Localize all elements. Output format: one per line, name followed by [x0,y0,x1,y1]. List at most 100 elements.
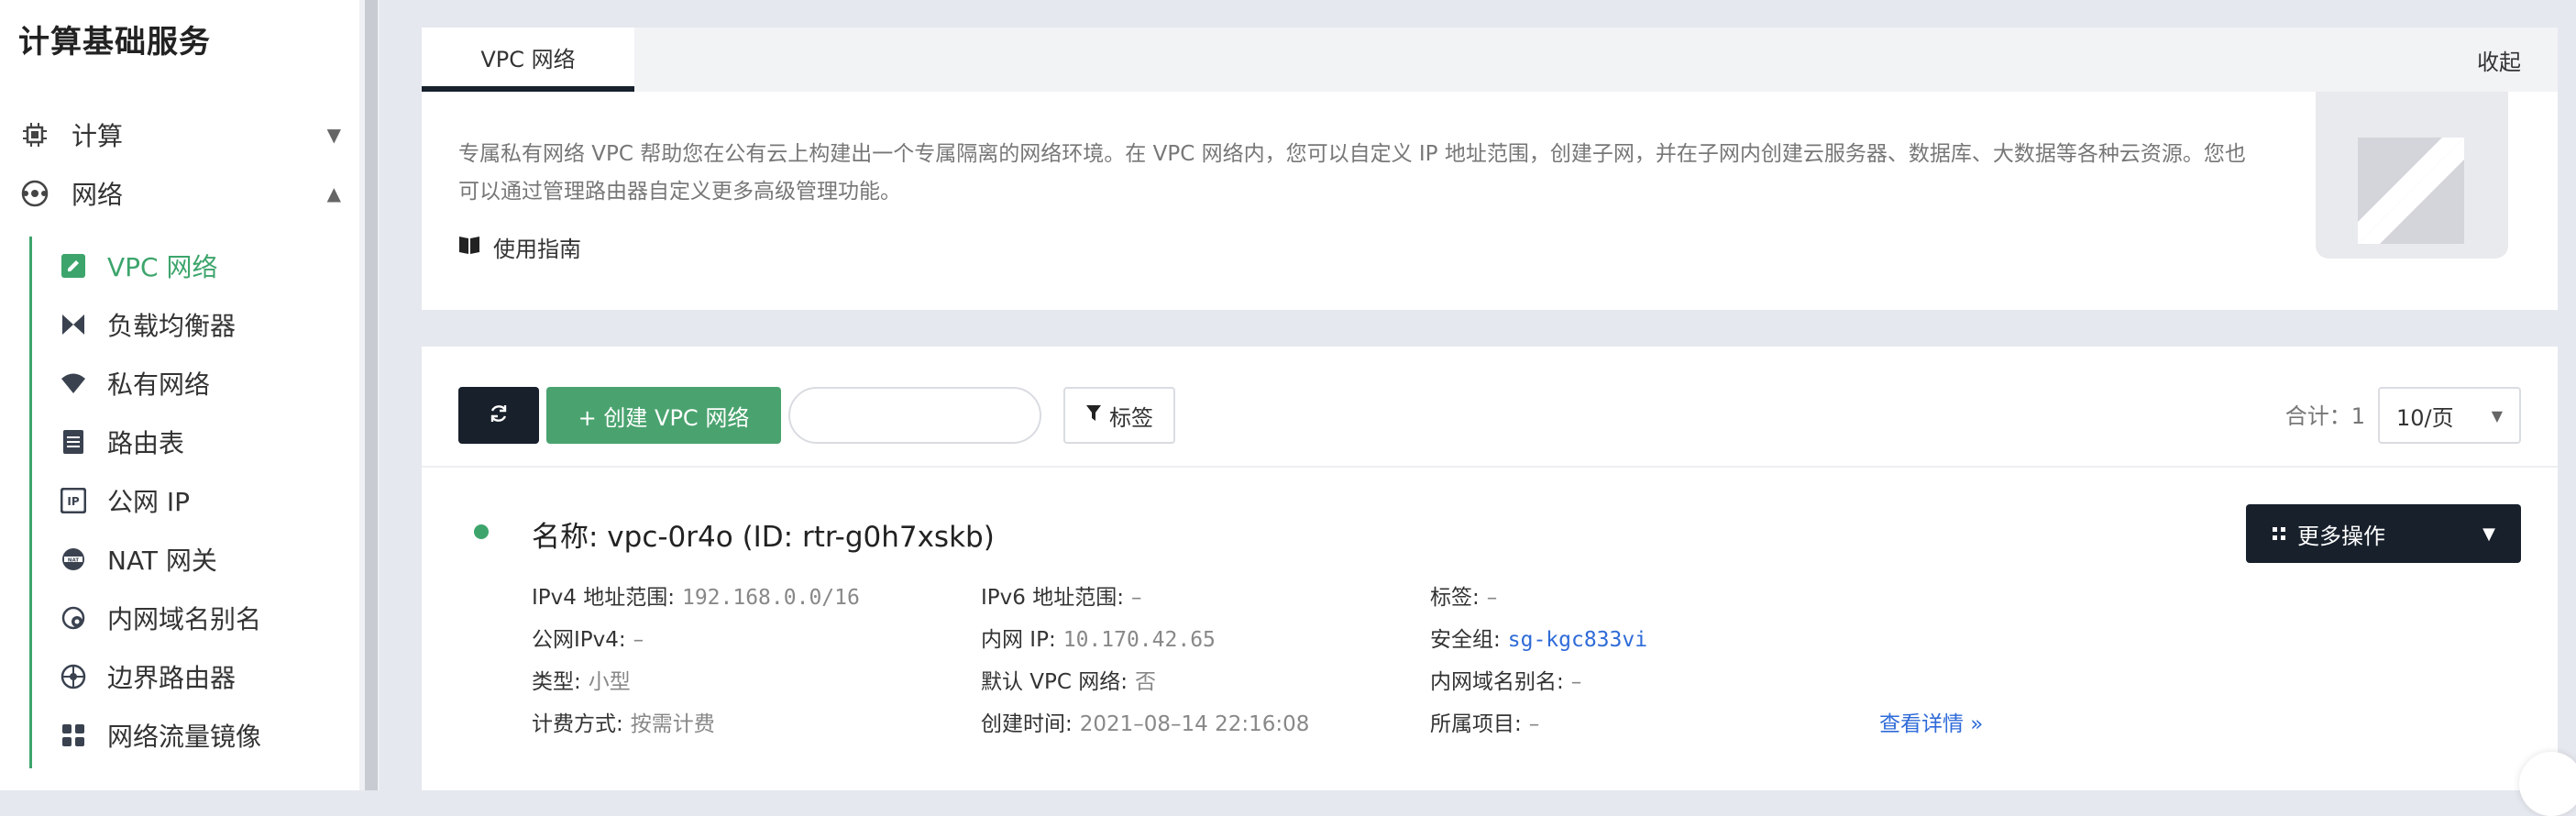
field-label: 创建时间: [981,712,1073,736]
nat-gateway-icon: NAT [60,546,87,573]
status-indicator [474,524,489,539]
create-vpc-button[interactable]: + 创建 VPC 网络 [546,387,781,444]
sidebar-item-public-ip[interactable]: IP 公网 IP [60,478,353,524]
field-label: 类型: [532,670,581,694]
field-label: 计费方式: [532,712,623,736]
field-default-vpc: 默认 VPC 网络: 否 [981,664,1156,695]
security-group-link[interactable]: sg-kgc833vi [1508,628,1647,652]
sidebar-item-label: 网络流量镜像 [107,722,262,752]
total-count: 合计：1 [2284,403,2365,429]
sidebar-item-vpc[interactable]: VPC 网络 [60,243,353,289]
field-value: 192.168.0.0/16 [681,586,860,610]
field-value: – [1570,670,1582,694]
book-icon [458,235,480,260]
sidebar-item-route-table[interactable]: 路由表 [60,419,353,465]
field-value: – [1486,586,1498,610]
field-value: 按需计费 [630,712,715,736]
sidebar-item-private-network[interactable]: 私有网络 [60,360,353,406]
tab-vpc-network[interactable]: VPC 网络 [422,28,634,92]
vpc-info-card: VPC 网络 收起 专属私有网络 VPC 帮助您在公有云上构建出一个专属隔离的网… [422,28,2558,310]
sidebar-group-label: 计算 [72,121,124,151]
chip-icon [18,118,51,151]
chevron-down-icon: ▼ [326,124,341,146]
chevron-down-icon: ▼ [2482,524,2495,544]
load-balancer-icon [60,311,87,338]
sidebar-item-label: 公网 IP [107,487,191,517]
field-label: 所属项目: [1430,712,1522,736]
more-actions-label: 更多操作 [2297,523,2385,549]
sidebar-item-label: VPC 网络 [107,252,218,282]
divider [422,466,2558,468]
vpc-icon [60,252,87,280]
sidebar-scrollbar-thumb[interactable] [365,0,378,790]
info-tabbar: VPC 网络 收起 [422,28,2558,92]
sidebar-item-traffic-mirror[interactable]: 网络流量镜像 [60,712,353,758]
sidebar: 计算基础服务 计算 ▼ 网络 ▲ VPC 网络 负载均衡器 私有网络 路由表 I… [0,0,359,790]
field-label: 内网 IP: [981,628,1056,652]
field-project: 所属项目: – [1430,706,1539,737]
tag-filter-button[interactable]: 标签 [1063,387,1175,444]
field-ipv6-range: IPv6 地址范围: – [981,579,1141,611]
vpc-title: 名称: vpc-0r4o (ID: rtr-g0h7xskb) [532,521,995,554]
sidebar-item-domain-alias[interactable]: 内网域名别名 [60,595,353,641]
vpc-illustration [2316,92,2508,259]
more-actions-button[interactable]: 更多操作 ▼ [2246,504,2521,563]
sidebar-item-label: 负载均衡器 [107,311,237,341]
sidebar-item-label: 私有网络 [107,369,211,400]
public-ip-icon: IP [60,487,87,514]
field-label: 默认 VPC 网络: [981,670,1128,694]
tag-filter-label: 标签 [1109,404,1153,431]
svg-text:IP: IP [67,495,79,508]
svg-text:NAT: NAT [68,558,79,564]
vpc-description: 专属私有网络 VPC 帮助您在公有云上构建出一个专属隔离的网络环境。在 VPC … [458,142,2246,204]
page-size-select[interactable]: 10/页 ▼ [2378,387,2521,444]
field-type: 类型: 小型 [532,664,631,695]
user-guide-link[interactable]: 使用指南 [458,231,581,263]
chevron-up-icon: ▲ [326,182,341,204]
sidebar-title: 计算基础服务 [18,24,211,61]
user-guide-label: 使用指南 [493,237,581,262]
grid-icon [2272,521,2286,546]
field-ipv4-range: IPv4 地址范围: 192.168.0.0/16 [532,579,860,611]
field-label: IPv4 地址范围: [532,586,675,610]
sidebar-group-network[interactable]: 网络 ▲ [18,171,341,216]
refresh-button[interactable] [458,387,539,444]
sidebar-item-nat-gateway[interactable]: NAT NAT 网关 [60,536,353,582]
route-table-icon [60,428,87,456]
field-value: – [1130,586,1142,610]
chevron-down-icon: ▼ [2491,406,2503,425]
field-security-group: 安全组: sg-kgc833vi [1430,622,1647,653]
field-created-at: 创建时间: 2021–08–14 22:16:08 [981,706,1309,737]
field-billing: 计费方式: 按需计费 [532,706,715,737]
field-value: – [1528,712,1540,736]
border-router-icon [60,663,87,690]
field-public-ipv4: 公网IPv4: – [532,622,644,653]
collapse-button[interactable]: 收起 [2477,44,2521,76]
network-submenu: VPC 网络 负载均衡器 私有网络 路由表 IP 公网 IP NAT NAT 网… [29,237,362,768]
search-input[interactable] [788,387,1041,444]
network-icon [18,177,51,210]
field-value: 否 [1135,670,1157,694]
traffic-mirror-icon [60,722,87,749]
field-value: 10.170.42.65 [1062,628,1216,652]
field-label: IPv6 地址范围: [981,586,1124,610]
wifi-icon [60,369,87,397]
field-label: 安全组: [1430,628,1501,652]
refresh-icon [488,402,510,428]
sidebar-item-label: 内网域名别名 [107,604,262,634]
field-tags: 标签: – [1430,579,1497,611]
sidebar-item-label: 路由表 [107,428,185,458]
field-value: 2021–08–14 22:16:08 [1079,712,1310,736]
view-details-link[interactable]: 查看详情 » [1879,706,1983,737]
help-book-icon[interactable] [2519,752,2576,816]
sidebar-item-border-router[interactable]: 边界路由器 [60,654,353,700]
sidebar-item-label: NAT 网关 [107,546,217,576]
vpc-list-card: + 创建 VPC 网络 标签 合计：1 10/页 ▼ 名称: vpc-0r4o … [422,347,2558,790]
filter-icon [1085,402,1102,428]
sidebar-item-load-balancer[interactable]: 负载均衡器 [60,302,353,347]
sidebar-group-label: 网络 [72,180,124,210]
domain-alias-icon [60,604,87,632]
sidebar-group-compute[interactable]: 计算 ▼ [18,112,341,158]
field-label: 标签: [1430,586,1480,610]
page-size-value: 10/页 [2396,404,2454,431]
